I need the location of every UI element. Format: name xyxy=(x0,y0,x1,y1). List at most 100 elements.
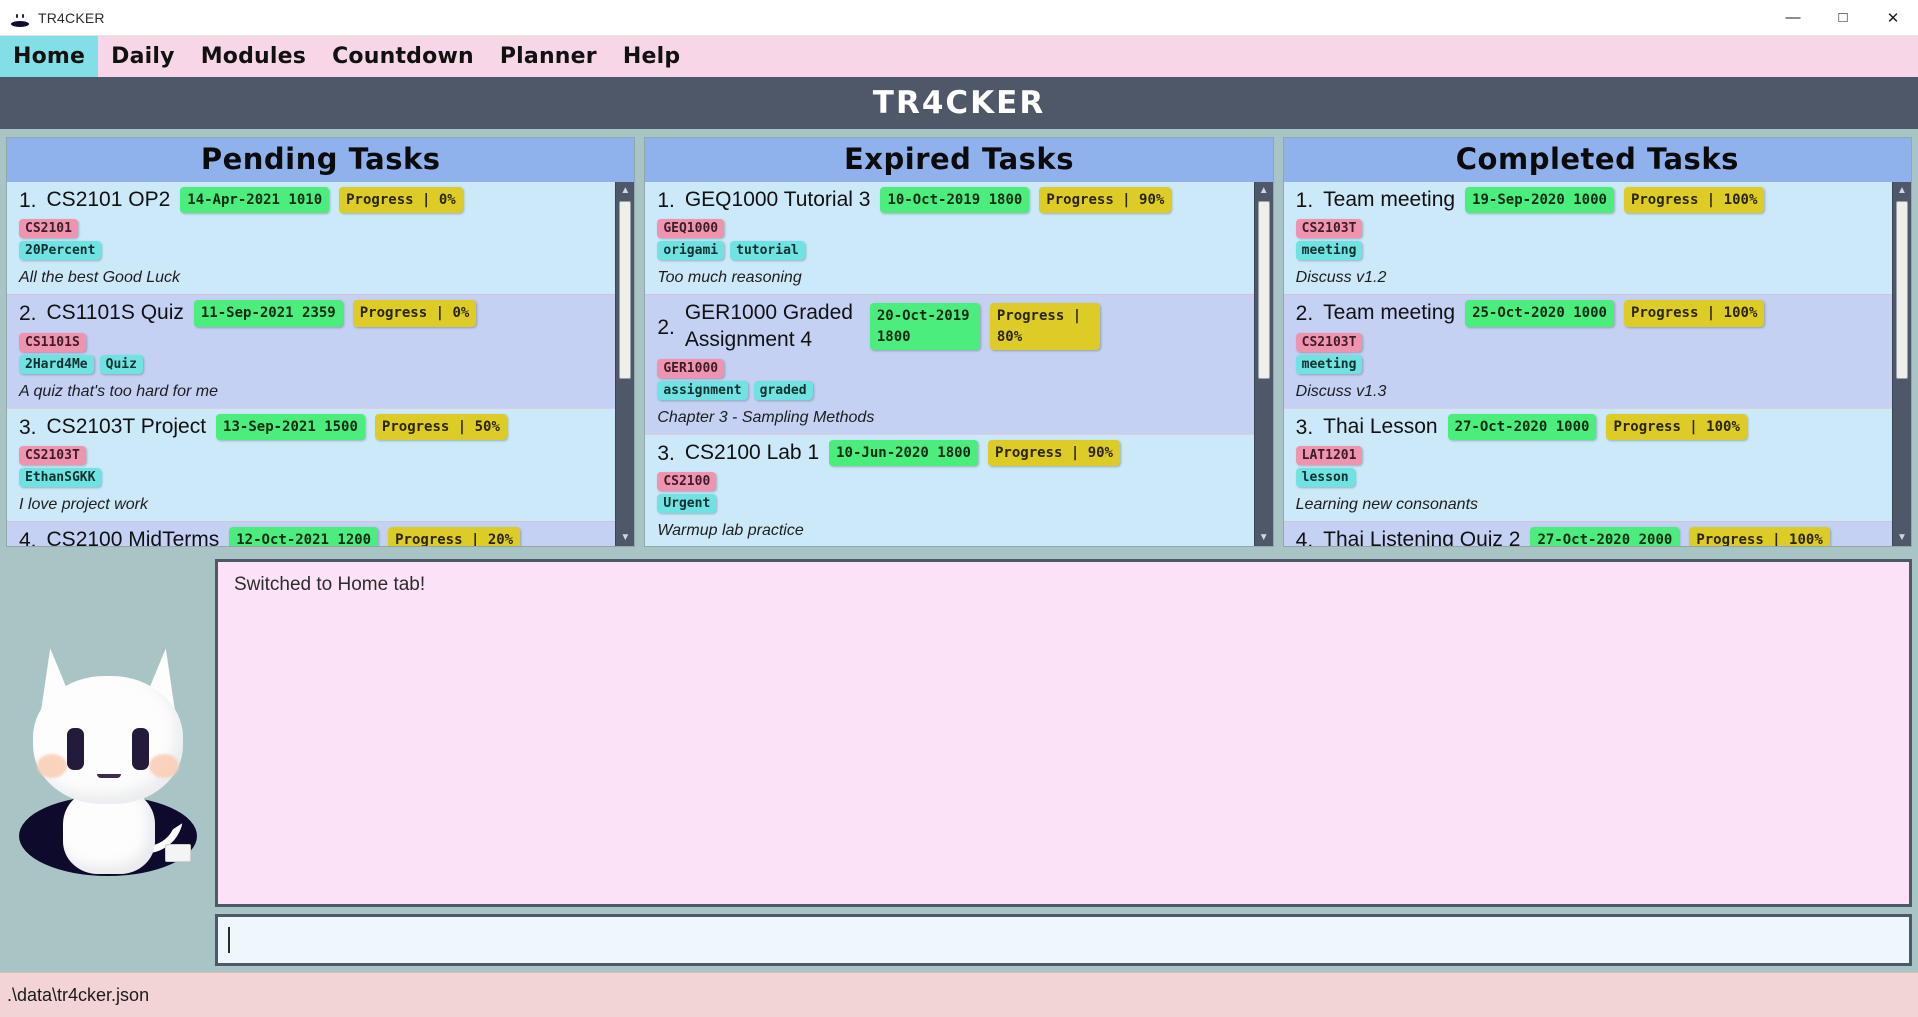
task-name: GEQ1000 Tutorial 3 xyxy=(684,188,871,211)
column-body-expired: 1. GEQ1000 Tutorial 3 10-Oct-2019 1800 P… xyxy=(645,182,1273,546)
scroll-down-icon[interactable]: ▼ xyxy=(1255,529,1273,546)
task-name: CS2100 Lab 1 xyxy=(684,440,820,464)
task-name: Team meeting xyxy=(1323,188,1456,211)
progress-chip: Progress | 90% xyxy=(1039,187,1172,214)
module-tag-row: CS2103T xyxy=(1295,219,1882,239)
progress-chip: Progress | 0% xyxy=(352,300,477,327)
scroll-down-icon[interactable]: ▼ xyxy=(1893,529,1911,546)
task-list-expired[interactable]: 1. GEQ1000 Tutorial 3 10-Oct-2019 1800 P… xyxy=(645,182,1254,546)
task-header: 4. Thai Listening Quiz 2 27-Oct-2020 200… xyxy=(1295,526,1882,546)
tab-countdown[interactable]: Countdown xyxy=(319,36,487,77)
task-description: Discuss v1.2 xyxy=(1295,269,1387,287)
console-area: Switched to Home tab! xyxy=(0,553,1918,972)
label-tag-row: meeting xyxy=(1295,354,1882,374)
deadline-chip: 10-Jun-2020 1800 xyxy=(829,439,978,467)
label-tag: Quiz xyxy=(99,354,143,374)
task-header: 2. Team meeting 25-Oct-2020 1000 Progres… xyxy=(1296,300,1882,327)
task-list-pending[interactable]: 1. CS2101 OP2 14-Apr-2021 1010 Progress … xyxy=(7,182,616,546)
scroll-up-icon[interactable]: ▲ xyxy=(1893,182,1911,199)
progress-chip: Progress | 0% xyxy=(339,187,463,214)
scrollbar-thumb[interactable] xyxy=(619,201,632,380)
label-tag-row: assignment graded xyxy=(657,380,1243,400)
scroll-up-icon[interactable]: ▲ xyxy=(616,182,634,199)
task-row[interactable]: 2. CS1101S Quiz 11-Sep-2021 2359 Progres… xyxy=(7,294,616,408)
label-tag-row: 2Hard4Me Quiz xyxy=(19,354,605,374)
tab-help[interactable]: Help xyxy=(610,36,693,77)
window-title: TR4CKER xyxy=(38,9,105,26)
task-index: 1. xyxy=(19,189,37,213)
maximize-icon[interactable]: □ xyxy=(1818,0,1868,36)
scrollbar-pending[interactable]: ▲ ▼ xyxy=(615,182,635,546)
deadline-chip: 12-Oct-2021 1200 xyxy=(229,526,379,546)
scrollbar-track[interactable] xyxy=(1893,199,1911,529)
task-index: 3. xyxy=(19,415,37,439)
minimize-icon[interactable]: — xyxy=(1768,0,1818,36)
deadline-chip: 13-Sep-2021 1500 xyxy=(216,413,365,440)
module-tag-row: GER1000 xyxy=(657,358,1243,378)
tab-planner[interactable]: Planner xyxy=(487,36,610,77)
task-index: 4. xyxy=(19,529,37,546)
module-tag-row: GEQ1000 xyxy=(657,219,1243,239)
progress-chip: Progress | 100% xyxy=(1689,526,1830,546)
task-header: 1. GEQ1000 Tutorial 3 10-Oct-2019 1800 P… xyxy=(657,187,1243,214)
task-header: 3. Thai Lesson 27-Oct-2020 1000 Progress… xyxy=(1295,413,1882,440)
module-tag: GEQ1000 xyxy=(657,219,725,239)
task-row[interactable]: 1. Team meeting 19-Sep-2020 1000 Progres… xyxy=(1283,182,1892,295)
task-row[interactable]: 3. CS2103T Project 13-Sep-2021 1500 Prog… xyxy=(7,407,616,521)
tab-daily[interactable]: Daily xyxy=(98,36,188,77)
progress-chip: Progress | 100% xyxy=(1623,300,1765,327)
task-row[interactable]: 2. GER1000 Graded Assignment 4 20-Oct-20… xyxy=(645,294,1254,434)
scrollbar-completed[interactable]: ▲ ▼ xyxy=(1891,182,1911,546)
scrollbar-expired[interactable]: ▲ ▼ xyxy=(1253,182,1273,546)
deadline-chip: 19-Sep-2020 1000 xyxy=(1465,187,1614,214)
task-row[interactable]: 1. GEQ1000 Tutorial 3 10-Oct-2019 1800 P… xyxy=(645,182,1254,295)
label-tag-row: EthanSGKK xyxy=(19,467,605,487)
label-tag: graded xyxy=(753,380,813,400)
tab-home[interactable]: Home xyxy=(0,36,99,77)
task-name: CS2101 OP2 xyxy=(46,188,171,211)
close-icon[interactable]: ✕ xyxy=(1868,0,1918,36)
task-row[interactable]: 1. CS2101 OP2 14-Apr-2021 1010 Progress … xyxy=(7,182,616,295)
save-location-text: .\data\tr4cker.json xyxy=(7,984,150,1005)
label-tag: lesson xyxy=(1295,467,1355,487)
task-index: 3. xyxy=(1295,415,1314,439)
column-body-pending: 1. CS2101 OP2 14-Apr-2021 1010 Progress … xyxy=(7,182,635,546)
result-output-box: Switched to Home tab! xyxy=(215,559,1912,907)
task-row[interactable]: 4. Thai Listening Quiz 2 27-Oct-2020 200… xyxy=(1283,520,1892,546)
scrollbar-thumb[interactable] xyxy=(1895,201,1908,380)
task-description: Warmup lab practice xyxy=(657,522,804,540)
label-tag-row: meeting xyxy=(1295,241,1882,261)
label-tag-row: Urgent xyxy=(657,494,1243,514)
label-tag: meeting xyxy=(1295,354,1363,374)
tab-modules[interactable]: Modules xyxy=(188,36,319,77)
command-input-box[interactable] xyxy=(215,914,1912,966)
task-row[interactable]: 4. CS2100 MidTerms 12-Oct-2021 1200 Prog… xyxy=(7,520,616,546)
task-index: 2. xyxy=(19,302,37,326)
task-row[interactable]: 3. CS2100 Lab 1 10-Jun-2020 1800 Progres… xyxy=(645,433,1254,546)
column-title-completed: Completed Tasks xyxy=(1283,138,1911,182)
app-banner: TR4CKER xyxy=(0,77,1918,129)
progress-chip: Progress | 100% xyxy=(1623,187,1765,214)
scrollbar-thumb[interactable] xyxy=(1257,201,1270,380)
module-tag-row: LAT1201 xyxy=(1295,445,1882,465)
module-tag-row: CS1101S xyxy=(19,332,605,352)
task-list-completed[interactable]: 1. Team meeting 19-Sep-2020 1000 Progres… xyxy=(1283,182,1892,546)
task-row[interactable]: 2. Team meeting 25-Oct-2020 1000 Progres… xyxy=(1283,294,1892,408)
deadline-chip: 25-Oct-2020 1000 xyxy=(1465,300,1614,327)
scrollbar-track[interactable] xyxy=(616,199,634,529)
task-index: 4. xyxy=(1295,529,1314,546)
scrollbar-track[interactable] xyxy=(1255,199,1273,529)
scroll-up-icon[interactable]: ▲ xyxy=(1255,182,1273,199)
task-index: 1. xyxy=(1295,189,1314,213)
title-bar-left: TR4CKER xyxy=(0,7,1768,28)
label-tag: EthanSGKK xyxy=(19,467,102,487)
task-row[interactable]: 3. Thai Lesson 27-Oct-2020 1000 Progress… xyxy=(1283,407,1892,521)
task-name: CS2103T Project xyxy=(46,414,207,438)
task-name: CS2100 MidTerms xyxy=(46,527,220,546)
result-output-text: Switched to Home tab! xyxy=(234,574,426,595)
module-tag: CS2103T xyxy=(1295,219,1363,239)
scroll-down-icon[interactable]: ▼ xyxy=(616,529,634,546)
task-index: 1. xyxy=(657,189,675,213)
module-tag: CS1101S xyxy=(19,332,86,352)
column-body-completed: 1. Team meeting 19-Sep-2020 1000 Progres… xyxy=(1283,182,1911,546)
